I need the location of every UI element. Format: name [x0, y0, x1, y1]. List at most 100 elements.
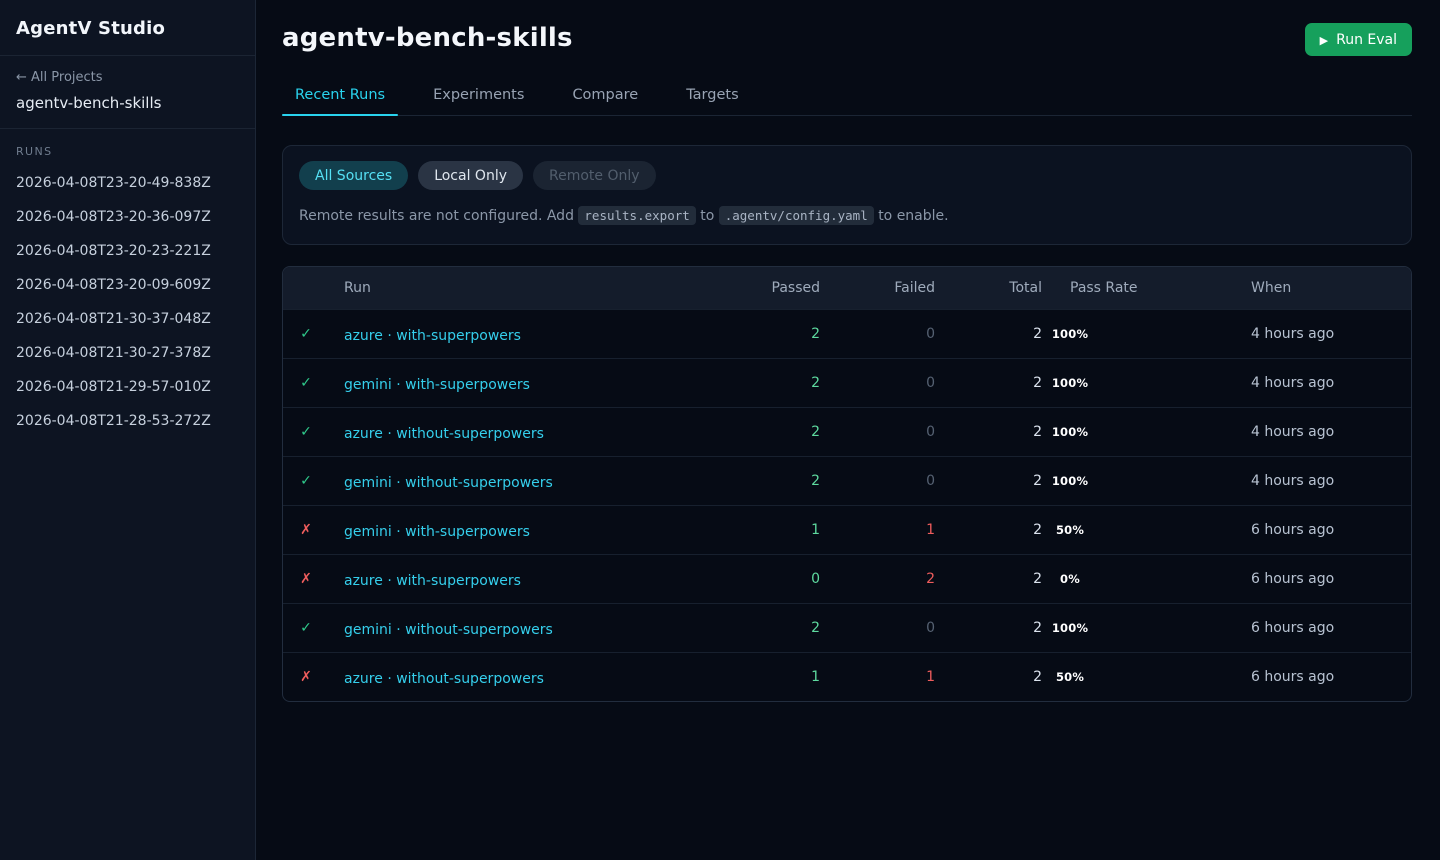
tab[interactable]: Compare: [559, 77, 651, 115]
run-timestamp: 6 hours ago: [1247, 571, 1411, 587]
tab[interactable]: Recent Runs: [282, 77, 398, 115]
passed-count: 2: [720, 620, 820, 636]
run-row[interactable]: ✓ azure · with-superpowers 2 0 2 100% 4 …: [283, 309, 1411, 358]
run-status-icon: ✓: [283, 424, 329, 440]
main-content: agentv-bench-skills ▶ Run Eval Recent Ru…: [256, 0, 1440, 860]
passed-count: 2: [720, 375, 820, 391]
app-title: AgentV Studio: [0, 0, 255, 56]
run-name-cell: gemini · with-superpowers: [329, 374, 720, 393]
run-link[interactable]: gemini · without-superpowers: [344, 622, 553, 638]
run-name-cell: azure · without-superpowers: [329, 423, 720, 442]
run-timestamp: 4 hours ago: [1247, 424, 1411, 440]
run-timestamp: 6 hours ago: [1247, 620, 1411, 636]
filter-chip[interactable]: Remote Only: [533, 161, 656, 190]
sidebar-run-item[interactable]: 2026-04-08T23-20-49-838Z: [16, 166, 239, 200]
runs-table: Run Passed Failed Total Pass Rate When ✓…: [282, 266, 1412, 702]
failed-count: 1: [820, 669, 935, 685]
run-link[interactable]: gemini · without-superpowers: [344, 475, 553, 491]
run-timestamp: 4 hours ago: [1247, 473, 1411, 489]
table-header-row: Run Passed Failed Total Pass Rate When: [283, 267, 1411, 309]
sidebar-run-item[interactable]: 2026-04-08T21-30-37-048Z: [16, 302, 239, 336]
all-projects-link[interactable]: ← All Projects: [16, 70, 239, 85]
run-timestamp: 4 hours ago: [1247, 375, 1411, 391]
tab-bar: Recent Runs Experiments Compare Targets: [282, 77, 1412, 116]
run-row[interactable]: ✗ azure · with-superpowers 0 2 2 0% 6 ho…: [283, 554, 1411, 603]
run-status-icon: ✓: [283, 473, 329, 489]
run-eval-button[interactable]: ▶ Run Eval: [1305, 23, 1412, 56]
passed-count: 2: [720, 424, 820, 440]
page-title: agentv-bench-skills: [282, 23, 573, 53]
filter-chip[interactable]: Local Only: [418, 161, 523, 190]
tab[interactable]: Targets: [673, 77, 751, 115]
total-column-header: Total: [935, 280, 1042, 296]
run-status-icon: ✓: [283, 375, 329, 391]
sidebar-run-item[interactable]: 2026-04-08T21-29-57-010Z: [16, 370, 239, 404]
run-status-icon: ✓: [283, 326, 329, 342]
code-results-export: results.export: [578, 206, 695, 225]
total-count: 2: [935, 669, 1042, 685]
run-row[interactable]: ✗ gemini · with-superpowers 1 1 2 50% 6 …: [283, 505, 1411, 554]
tab[interactable]: Experiments: [420, 77, 537, 115]
failed-count: 2: [820, 571, 935, 587]
passed-count: 2: [720, 473, 820, 489]
run-name-cell: gemini · without-superpowers: [329, 619, 720, 638]
run-timestamp: 4 hours ago: [1247, 326, 1411, 342]
run-timestamp: 6 hours ago: [1247, 522, 1411, 538]
sidebar-project-section: ← All Projects agentv-bench-skills: [0, 56, 255, 129]
sidebar-run-item[interactable]: 2026-04-08T21-30-27-378Z: [16, 336, 239, 370]
when-column-header: When: [1247, 280, 1411, 296]
source-filter-panel: All Sources Local Only Remote Only Remot…: [282, 145, 1412, 245]
failed-count: 0: [820, 375, 935, 391]
failed-count: 0: [820, 326, 935, 342]
runs-heading: RUNS: [16, 145, 239, 158]
message-suffix: to enable.: [878, 208, 948, 224]
pass-rate-column-header: Pass Rate: [1042, 280, 1247, 296]
remote-config-message: Remote results are not configured. Add r…: [299, 205, 1395, 227]
sidebar-run-item[interactable]: 2026-04-08T21-28-53-272Z: [16, 404, 239, 438]
table-body: ✓ azure · with-superpowers 2 0 2 100% 4 …: [283, 309, 1411, 701]
total-count: 2: [935, 522, 1042, 538]
passed-count: 1: [720, 669, 820, 685]
run-name-cell: gemini · with-superpowers: [329, 521, 720, 540]
run-name-cell: azure · without-superpowers: [329, 668, 720, 687]
run-row[interactable]: ✓ azure · without-superpowers 2 0 2 100%…: [283, 407, 1411, 456]
failed-count: 1: [820, 522, 935, 538]
sidebar-run-item[interactable]: 2026-04-08T23-20-36-097Z: [16, 200, 239, 234]
run-link[interactable]: gemini · with-superpowers: [344, 524, 530, 540]
run-column-header: Run: [329, 280, 720, 296]
sidebar-runs-section: RUNS 2026-04-08T23-20-49-838Z 2026-04-08…: [0, 129, 255, 450]
run-row[interactable]: ✓ gemini · without-superpowers 2 0 2 100…: [283, 456, 1411, 505]
run-name-cell: gemini · without-superpowers: [329, 472, 720, 491]
run-link[interactable]: gemini · with-superpowers: [344, 377, 530, 393]
runs-list: 2026-04-08T23-20-49-838Z 2026-04-08T23-2…: [16, 166, 239, 438]
run-link[interactable]: azure · with-superpowers: [344, 573, 521, 589]
run-link[interactable]: azure · with-superpowers: [344, 328, 521, 344]
play-icon: ▶: [1320, 34, 1328, 47]
run-row[interactable]: ✓ gemini · without-superpowers 2 0 2 100…: [283, 603, 1411, 652]
total-count: 2: [935, 424, 1042, 440]
run-status-icon: ✓: [283, 620, 329, 636]
total-count: 2: [935, 620, 1042, 636]
run-status-icon: ✗: [283, 571, 329, 587]
run-status-icon: ✗: [283, 669, 329, 685]
source-filter-chips: All Sources Local Only Remote Only: [299, 161, 1395, 190]
message-middle: to: [700, 208, 719, 224]
sidebar-run-item[interactable]: 2026-04-08T23-20-09-609Z: [16, 268, 239, 302]
run-eval-label: Run Eval: [1336, 32, 1397, 48]
failed-count: 0: [820, 620, 935, 636]
code-config-yaml: .agentv/config.yaml: [719, 206, 874, 225]
total-count: 2: [935, 571, 1042, 587]
total-count: 2: [935, 375, 1042, 391]
run-link[interactable]: azure · without-superpowers: [344, 671, 544, 687]
passed-count: 1: [720, 522, 820, 538]
run-row[interactable]: ✗ azure · without-superpowers 1 1 2 50% …: [283, 652, 1411, 701]
failed-column-header: Failed: [820, 280, 935, 296]
run-row[interactable]: ✓ gemini · with-superpowers 2 0 2 100% 4…: [283, 358, 1411, 407]
failed-count: 0: [820, 473, 935, 489]
run-link[interactable]: azure · without-superpowers: [344, 426, 544, 442]
sidebar: AgentV Studio ← All Projects agentv-benc…: [0, 0, 256, 860]
filter-chip[interactable]: All Sources: [299, 161, 408, 190]
passed-column-header: Passed: [720, 280, 820, 296]
sidebar-run-item[interactable]: 2026-04-08T23-20-23-221Z: [16, 234, 239, 268]
total-count: 2: [935, 473, 1042, 489]
